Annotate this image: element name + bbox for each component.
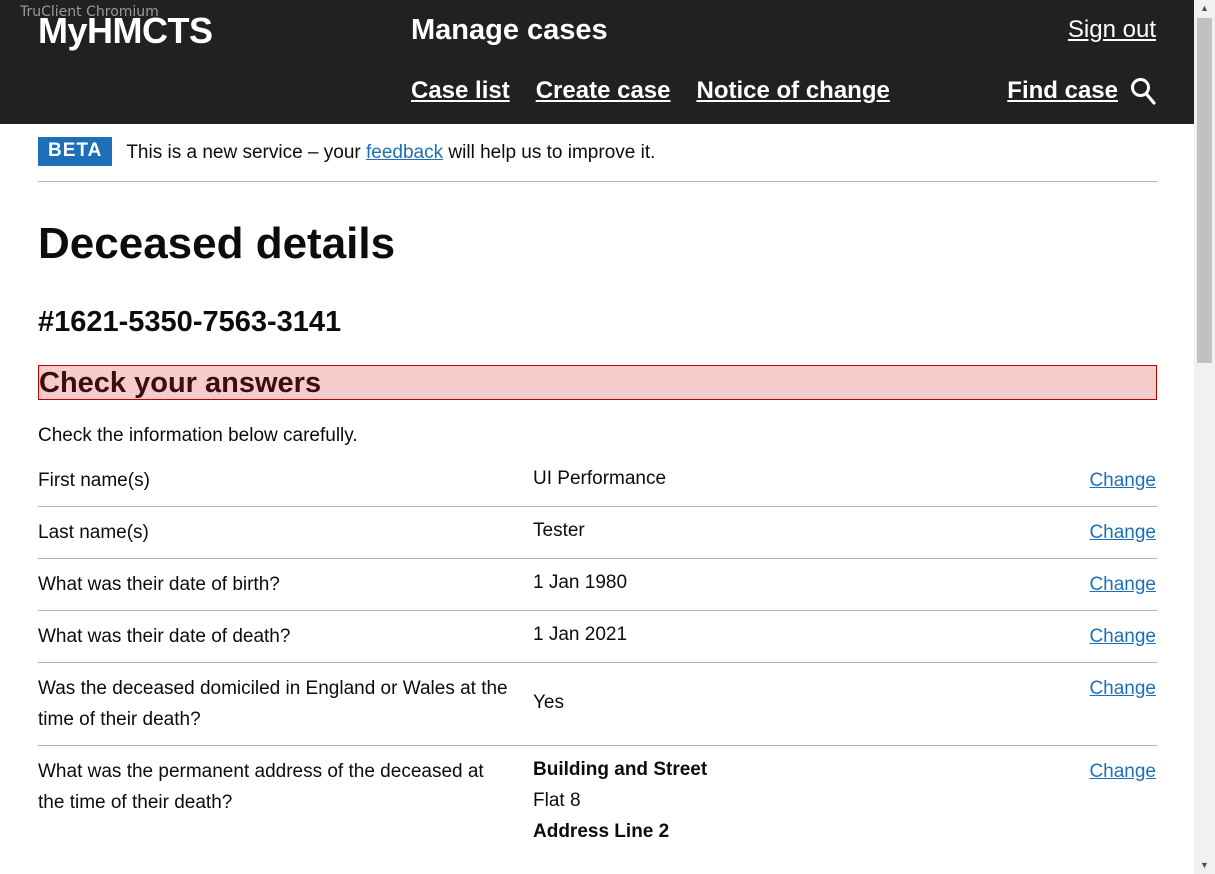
primary-navigation: Case list Create case Notice of change (411, 77, 890, 105)
service-name[interactable]: Manage cases (411, 14, 608, 47)
nav-case-list[interactable]: Case list (411, 77, 510, 105)
summary-key: What was the permanent address of the de… (38, 761, 484, 813)
sign-out-link[interactable]: Sign out (1068, 16, 1156, 44)
change-date-of-birth-link[interactable]: Change (1089, 574, 1156, 595)
summary-row-first-name: First name(s) UI Performance Change (38, 455, 1157, 507)
beta-message: This is a new service – your feedback wi… (126, 142, 655, 164)
summary-value: Tester (533, 520, 585, 541)
summary-key: Last name(s) (38, 522, 149, 543)
summary-key: What was their date of birth? (38, 574, 280, 595)
change-last-name-link[interactable]: Change (1089, 522, 1156, 543)
case-reference: #1621-5350-7563-3141 (38, 306, 342, 338)
phase-banner: BETA This is a new service – your feedba… (38, 137, 1157, 182)
search-icon[interactable] (1130, 77, 1156, 105)
check-your-answers-heading: Check your answers (38, 365, 1157, 400)
scroll-up-arrow-icon[interactable]: ▲ (1194, 0, 1215, 17)
page-title: Deceased details (38, 219, 396, 268)
nav-create-case[interactable]: Create case (536, 77, 671, 105)
feedback-link[interactable]: feedback (366, 142, 443, 163)
beta-text-after: will help us to improve it. (443, 142, 656, 163)
address-line2-label: Address Line 2 (533, 821, 670, 842)
change-first-name-link[interactable]: Change (1089, 470, 1156, 491)
summary-key: What was their date of death? (38, 626, 291, 647)
summary-value-address: Building and Street Flat 8 Address Line … (533, 746, 1066, 857)
check-intro-text: Check the information below carefully. (38, 425, 358, 446)
change-date-of-death-link[interactable]: Change (1089, 626, 1156, 647)
address-building-value: Flat 8 (533, 790, 581, 811)
nav-notice-of-change[interactable]: Notice of change (696, 77, 889, 105)
find-case[interactable]: Find case (1007, 77, 1156, 105)
site-header: TruClient Chromium MyHMCTS Manage cases … (0, 0, 1194, 124)
change-domicile-link[interactable]: Change (1089, 678, 1156, 699)
beta-text-before: This is a new service – your (126, 142, 367, 163)
summary-key: Was the deceased domiciled in England or… (38, 678, 508, 730)
scroll-down-arrow-icon[interactable]: ▼ (1194, 857, 1215, 874)
change-address-link[interactable]: Change (1089, 761, 1156, 782)
summary-value: Yes (533, 692, 564, 713)
summary-row-last-name: Last name(s) Tester Change (38, 507, 1157, 559)
summary-value: 1 Jan 2021 (533, 624, 628, 645)
summary-key: First name(s) (38, 470, 150, 491)
summary-value: 1 Jan 1980 (533, 572, 628, 593)
beta-tag: BETA (38, 137, 113, 166)
find-case-link[interactable]: Find case (1007, 77, 1118, 105)
summary-row-address: What was the permanent address of the de… (38, 746, 1157, 857)
summary-row-domicile: Was the deceased domiciled in England or… (38, 663, 1157, 746)
summary-row-date-of-birth: What was their date of birth? 1 Jan 1980… (38, 559, 1157, 611)
summary-value: UI Performance (533, 468, 667, 489)
summary-row-date-of-death: What was their date of death? 1 Jan 2021… (38, 611, 1157, 663)
scroll-thumb[interactable] (1197, 18, 1212, 363)
summary-list: First name(s) UI Performance Change Last… (38, 455, 1157, 857)
address-building-label: Building and Street (533, 759, 708, 780)
myhmcts-logo[interactable]: MyHMCTS (38, 10, 213, 52)
vertical-scrollbar[interactable]: ▲ ▼ (1194, 0, 1215, 874)
